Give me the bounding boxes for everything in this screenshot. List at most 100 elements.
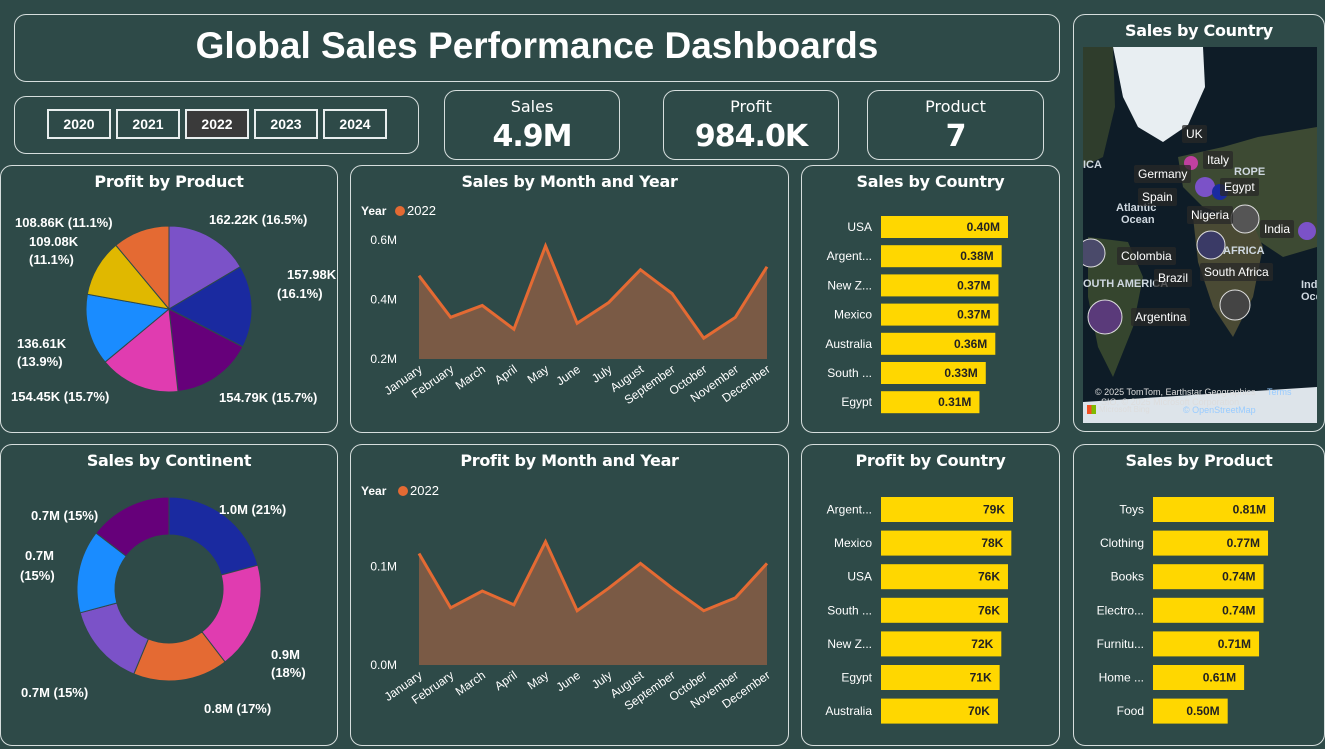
map-terms-link[interactable]: Terms bbox=[1267, 387, 1292, 397]
y-tick-label: 0.6M bbox=[370, 233, 397, 247]
donut-label: 0.7M (15%) bbox=[21, 685, 88, 700]
product-kpi-label: Product bbox=[925, 97, 986, 116]
world-map[interactable]: ICA Atlantic Ocean ROPE AFRICA OUTH AMER… bbox=[1083, 47, 1317, 423]
x-tick-label: April bbox=[492, 362, 520, 387]
dashboard-title: Global Sales Performance Dashboards bbox=[195, 25, 879, 66]
profit-country-value-label: 71K bbox=[970, 671, 992, 685]
x-tick-label: May bbox=[525, 668, 552, 692]
donut-label: 0.8M (17%) bbox=[204, 701, 271, 716]
sales-by-product-panel[interactable]: Sales by Product Toys 0.81M Clothing 0.77M B… bbox=[1073, 444, 1325, 746]
donut-label: (18%) bbox=[271, 665, 306, 680]
sales-country-value-label: 0.36M bbox=[954, 337, 987, 351]
sales-product-value-label: 0.50M bbox=[1186, 704, 1219, 718]
profit-by-country-panel[interactable]: Profit by Country Argent... 79K Mexico 78K U… bbox=[801, 444, 1060, 746]
pie-label: (16.1%) bbox=[277, 286, 323, 301]
year-button-2020[interactable]: 2020 bbox=[47, 109, 111, 139]
y-tick-label: 0.1M bbox=[370, 559, 397, 573]
sales-by-product-chart[interactable]: Toys 0.81M Clothing 0.77M Books 0.74M Electro.… bbox=[1074, 445, 1325, 747]
profit-country-value-label: 76K bbox=[978, 603, 1000, 617]
map-label-nigeria[interactable]: Nigeria bbox=[1187, 206, 1234, 224]
x-tick-label: May bbox=[525, 362, 552, 386]
sales-by-country-panel[interactable]: Sales by Country USA 0.40M Argent... 0.38M N… bbox=[801, 165, 1060, 433]
sales-product-value-label: 0.74M bbox=[1222, 603, 1255, 617]
year-button-2021[interactable]: 2021 bbox=[116, 109, 180, 139]
donut-label: (15%) bbox=[20, 568, 55, 583]
profit-country-category-label: New Z... bbox=[827, 637, 872, 651]
sales-product-category-label: Clothing bbox=[1100, 536, 1144, 550]
map-label-brazil[interactable]: Brazil bbox=[1154, 269, 1193, 287]
map-pie-marker bbox=[1196, 230, 1226, 260]
x-tick-label: June bbox=[554, 668, 584, 695]
profit-month-area[interactable] bbox=[419, 541, 767, 665]
sales-by-continent-panel[interactable]: Sales by Continent 1.0M (21%) 0.9M (18%)… bbox=[0, 444, 338, 746]
profit-country-value-label: 78K bbox=[981, 536, 1003, 550]
sales-country-category-label: New Z... bbox=[827, 278, 872, 292]
sales-product-value-label: 0.81M bbox=[1233, 503, 1266, 517]
profit-by-product-panel[interactable]: Profit by Product 162.22K (16.5%) 157.98… bbox=[0, 165, 338, 433]
donut-slice[interactable] bbox=[79, 602, 149, 675]
map-label-colombia[interactable]: Colombia bbox=[1117, 247, 1176, 265]
map-label-italy[interactable]: Italy bbox=[1203, 151, 1234, 169]
pie-label: 157.98K bbox=[287, 267, 337, 282]
sales-product-category-label: Home ... bbox=[1099, 671, 1144, 685]
sales-by-month-panel[interactable]: Sales by Month and Year Year 2022 0.2M 0.… bbox=[350, 165, 789, 433]
product-kpi-value: 7 bbox=[945, 119, 967, 154]
sales-product-category-label: Books bbox=[1111, 570, 1144, 584]
x-tick-label: June bbox=[554, 362, 584, 389]
map-label-spain[interactable]: Spain bbox=[1138, 188, 1177, 206]
sales-by-country-chart[interactable]: USA 0.40M Argent... 0.38M New Z... 0.37M Mexic… bbox=[802, 166, 1061, 434]
map-region-text: AFRICA bbox=[1223, 245, 1265, 257]
map-pie-marker bbox=[1298, 222, 1316, 240]
sales-product-category-label: Toys bbox=[1119, 503, 1144, 517]
sales-product-value-label: 0.74M bbox=[1222, 570, 1255, 584]
profit-by-country-chart[interactable]: Argent... 79K Mexico 78K USA 76K South ... 76K N… bbox=[802, 445, 1061, 747]
map-osm-link[interactable]: © OpenStreetMap bbox=[1183, 405, 1256, 415]
map-region-text: Ocean bbox=[1121, 214, 1155, 226]
sales-country-value-label: 0.37M bbox=[957, 278, 990, 292]
y-tick-label: 0.4M bbox=[370, 292, 397, 306]
map-label-south-africa[interactable]: South Africa bbox=[1200, 263, 1273, 281]
y-tick-label: 0.0M bbox=[370, 658, 397, 672]
year-button-2023[interactable]: 2023 bbox=[254, 109, 318, 139]
sales-product-value-label: 0.71M bbox=[1218, 637, 1251, 651]
map-attribution: © 2025 TomTom, Earthstar Geographics bbox=[1095, 387, 1256, 397]
map-label-egypt[interactable]: Egypt bbox=[1220, 178, 1259, 196]
sales-by-month-chart[interactable]: Year 2022 0.2M0.4M0.6MJanuaryFebruaryMar… bbox=[351, 166, 790, 434]
sales-country-category-label: Mexico bbox=[834, 308, 872, 322]
product-kpi-card[interactable]: Product 7 bbox=[867, 90, 1044, 160]
profit-by-month-panel[interactable]: Profit by Month and Year Year 2022 0.0M 0… bbox=[350, 444, 789, 746]
map-label-argentina[interactable]: Argentina bbox=[1131, 308, 1191, 326]
profit-country-value-label: 79K bbox=[983, 503, 1005, 517]
year-slicer: 2020 2021 2022 2023 2024 bbox=[14, 96, 419, 154]
legend-series: 2022 bbox=[410, 483, 439, 498]
profit-country-category-label: Argent... bbox=[827, 503, 872, 517]
year-button-2022[interactable]: 2022 bbox=[185, 109, 249, 139]
map-pie-marker bbox=[1087, 299, 1123, 335]
year-button-2024[interactable]: 2024 bbox=[323, 109, 387, 139]
map-pie-marker bbox=[1219, 289, 1251, 321]
sales-kpi-value: 4.9M bbox=[492, 119, 573, 154]
profit-by-month-chart[interactable]: Year 2022 0.0M0.1MJanuaryFebruaryMarch Ap… bbox=[351, 445, 790, 747]
donut-label: 0.7M bbox=[25, 548, 54, 563]
pie-label: 108.86K (11.1%) bbox=[15, 215, 113, 230]
sales-country-category-label: South ... bbox=[827, 366, 872, 380]
legend-title: Year bbox=[361, 484, 387, 498]
sales-month-area[interactable] bbox=[419, 245, 767, 359]
profit-kpi-value: 984.0K bbox=[694, 119, 808, 154]
profit-kpi-label: Profit bbox=[730, 97, 772, 116]
map-region-text: Ind bbox=[1301, 279, 1317, 291]
profit-by-product-chart[interactable]: 162.22K (16.5%) 157.98K (16.1%) 154.79K … bbox=[1, 166, 339, 434]
map-label-germany[interactable]: Germany bbox=[1134, 165, 1192, 183]
sales-kpi-label: Sales bbox=[510, 97, 554, 116]
profit-country-category-label: South ... bbox=[827, 603, 872, 617]
sales-by-country-map-panel[interactable]: Sales by Country ICA Atlantic Ocean ROPE… bbox=[1073, 14, 1325, 432]
sales-product-value-label: 0.77M bbox=[1227, 536, 1260, 550]
map-label-india[interactable]: India bbox=[1260, 220, 1295, 238]
sales-kpi-card[interactable]: Sales 4.9M bbox=[444, 90, 620, 160]
donut-label: 1.0M (21%) bbox=[219, 502, 286, 517]
pie-label: 154.45K (15.7%) bbox=[11, 389, 109, 404]
sales-country-value-label: 0.38M bbox=[960, 249, 993, 263]
map-label-uk[interactable]: UK bbox=[1182, 125, 1207, 143]
sales-by-continent-chart[interactable]: 1.0M (21%) 0.9M (18%) 0.8M (17%) 0.7M (1… bbox=[1, 445, 339, 747]
profit-kpi-card[interactable]: Profit 984.0K bbox=[663, 90, 839, 160]
